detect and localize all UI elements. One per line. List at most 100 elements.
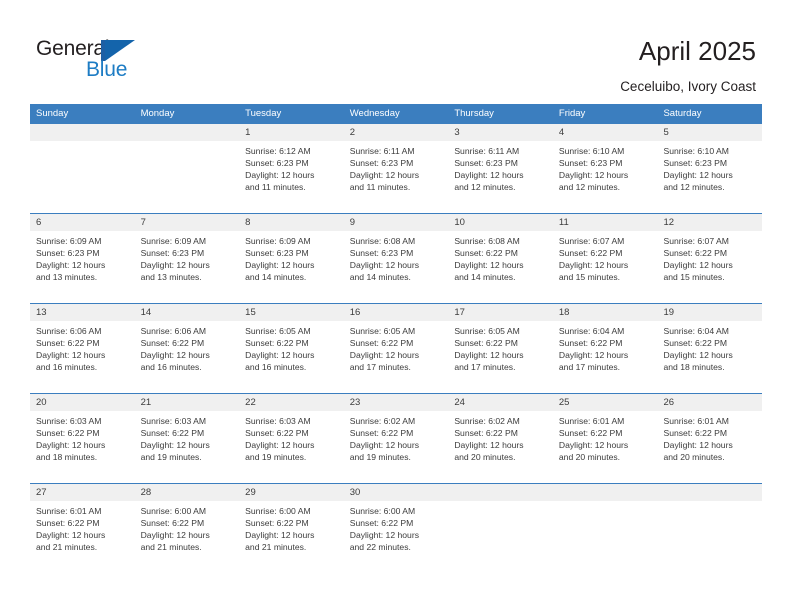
calendar-day-cell[interactable]: 19 Sunrise: 6:04 AM Sunset: 6:22 PM Dayligh… xyxy=(657,304,763,393)
calendar-day-cell[interactable]: 18 Sunrise: 6:04 AM Sunset: 6:22 PM Dayligh… xyxy=(552,304,658,393)
day-details: Sunrise: 6:03 AM Sunset: 6:22 PM Daylight:… xyxy=(30,411,135,463)
daylight-text-line1: Daylight: 12 hours xyxy=(454,260,524,271)
calendar-day-cell[interactable]: 3 Sunrise: 6:11 AM Sunset: 6:23 PM Daylight… xyxy=(448,124,553,213)
day-number: 14 xyxy=(134,304,240,321)
calendar-day-cell[interactable]: 29 Sunrise: 6:00 AM Sunset: 6:22 PM Dayligh… xyxy=(239,484,344,573)
sunset-text: Sunset: 6:22 PM xyxy=(454,428,518,439)
day-number xyxy=(448,484,553,501)
daylight-text-line1: Daylight: 12 hours xyxy=(663,170,733,181)
daylight-text-line2: and 11 minutes. xyxy=(245,182,306,193)
sunset-text: Sunset: 6:22 PM xyxy=(349,518,414,529)
calendar-day-cell[interactable]: 2 Sunrise: 6:11 AM Sunset: 6:23 PM Daylight… xyxy=(343,124,449,213)
calendar-day-cell[interactable]: 5 Sunrise: 6:10 AM Sunset: 6:23 PM Daylight… xyxy=(657,124,763,213)
sunset-text: Sunset: 6:22 PM xyxy=(663,248,728,259)
day-number: 7 xyxy=(134,214,240,231)
calendar-week-row: 1 Sunrise: 6:12 AM Sunset: 6:23 PM Daylight… xyxy=(30,124,763,213)
daylight-text-line1: Daylight: 12 hours xyxy=(245,260,315,271)
day-number: 26 xyxy=(657,394,763,411)
day-details: Sunrise: 6:00 AM Sunset: 6:22 PM Daylight:… xyxy=(344,501,449,553)
calendar-day-cell[interactable]: 15 Sunrise: 6:05 AM Sunset: 6:22 PM Dayligh… xyxy=(239,304,344,393)
calendar-day-cell[interactable]: 11 Sunrise: 6:07 AM Sunset: 6:22 PM Dayligh… xyxy=(552,214,658,303)
calendar-day-cell[interactable]: 23 Sunrise: 6:02 AM Sunset: 6:22 PM Dayligh… xyxy=(343,394,449,483)
day-number: 28 xyxy=(134,484,240,501)
daylight-text-line1: Daylight: 12 hours xyxy=(349,260,420,271)
calendar-day-cell[interactable]: 6 Sunrise: 6:09 AM Sunset: 6:23 PM Daylight… xyxy=(30,214,135,303)
day-number: 11 xyxy=(552,214,658,231)
calendar-day-cell[interactable]: 30 Sunrise: 6:00 AM Sunset: 6:22 PM Dayligh… xyxy=(343,484,449,573)
sunset-text: Sunset: 6:22 PM xyxy=(36,338,100,349)
calendar-day-cell[interactable]: 1 Sunrise: 6:12 AM Sunset: 6:23 PM Daylight… xyxy=(239,124,344,213)
day-details: Sunrise: 6:04 AM Sunset: 6:22 PM Daylight:… xyxy=(657,321,762,373)
sunset-text: Sunset: 6:22 PM xyxy=(36,428,100,439)
day-number: 10 xyxy=(448,214,553,231)
page-header: General Blue April 2025 Ceceluibo, Ivory… xyxy=(0,0,792,100)
calendar-day-cell[interactable]: 20 Sunrise: 6:03 AM Sunset: 6:22 PM Dayligh… xyxy=(30,394,135,483)
calendar-day-cell[interactable]: 9 Sunrise: 6:08 AM Sunset: 6:23 PM Daylight… xyxy=(343,214,449,303)
calendar-day-cell[interactable]: 27 Sunrise: 6:01 AM Sunset: 6:22 PM Dayligh… xyxy=(30,484,135,573)
calendar-day-cell[interactable]: 25 Sunrise: 6:01 AM Sunset: 6:22 PM Dayligh… xyxy=(552,394,658,483)
day-number: 25 xyxy=(552,394,658,411)
day-number: 4 xyxy=(552,124,658,141)
calendar-day-cell[interactable]: 21 Sunrise: 6:03 AM Sunset: 6:22 PM Dayligh… xyxy=(134,394,240,483)
calendar-week-cells: 1 Sunrise: 6:12 AM Sunset: 6:23 PM Daylight… xyxy=(30,124,763,213)
calendar-day-cell[interactable]: 4 Sunrise: 6:10 AM Sunset: 6:23 PM Daylight… xyxy=(552,124,658,213)
day-number: 13 xyxy=(30,304,135,321)
daylight-text-line2: and 21 minutes. xyxy=(36,542,98,553)
sunrise-text: Sunrise: 6:02 AM xyxy=(349,416,416,426)
sunset-text: Sunset: 6:22 PM xyxy=(663,428,728,439)
calendar-day-cell[interactable]: 10 Sunrise: 6:08 AM Sunset: 6:22 PM Dayligh… xyxy=(448,214,553,303)
daylight-text-line2: and 15 minutes. xyxy=(663,272,725,283)
general-blue-logo: General Blue xyxy=(36,38,146,86)
day-details: Sunrise: 6:05 AM Sunset: 6:22 PM Daylight:… xyxy=(344,321,449,373)
weekday-monday: Monday xyxy=(140,108,175,119)
daylight-text-line1: Daylight: 12 hours xyxy=(140,440,210,451)
weekday-wednesday: Wednesday xyxy=(349,108,400,119)
daylight-text-line2: and 14 minutes. xyxy=(245,272,307,283)
calendar-page: General Blue April 2025 Ceceluibo, Ivory… xyxy=(0,0,792,612)
daylight-text-line2: and 17 minutes. xyxy=(349,362,411,373)
sunset-text: Sunset: 6:23 PM xyxy=(140,248,205,259)
calendar-day-cell[interactable]: 7 Sunrise: 6:09 AM Sunset: 6:23 PM Daylight… xyxy=(134,214,240,303)
daylight-text-line1: Daylight: 12 hours xyxy=(349,440,420,451)
calendar-day-cell[interactable]: 28 Sunrise: 6:00 AM Sunset: 6:22 PM Dayligh… xyxy=(134,484,240,573)
daylight-text-line1: Daylight: 12 hours xyxy=(140,260,210,271)
calendar-day-cell[interactable]: 17 Sunrise: 6:05 AM Sunset: 6:22 PM Dayligh… xyxy=(448,304,553,393)
daylight-text-line2: and 19 minutes. xyxy=(349,452,411,463)
sunrise-text: Sunrise: 6:01 AM xyxy=(36,506,102,516)
daylight-text-line2: and 21 minutes. xyxy=(140,542,202,553)
day-details: Sunrise: 6:01 AM Sunset: 6:22 PM Daylight:… xyxy=(30,501,135,553)
weekday-thursday: Thursday xyxy=(454,108,494,119)
daylight-text-line1: Daylight: 12 hours xyxy=(36,530,106,541)
calendar-week-cells: 20 Sunrise: 6:03 AM Sunset: 6:22 PM Dayligh… xyxy=(30,394,763,483)
weekday-sunday: Sunday xyxy=(36,108,69,119)
daylight-text-line2: and 13 minutes. xyxy=(36,272,98,283)
sunset-text: Sunset: 6:22 PM xyxy=(558,428,623,439)
day-number xyxy=(657,484,763,501)
calendar-day-cell[interactable]: 13 Sunrise: 6:06 AM Sunset: 6:22 PM Dayligh… xyxy=(30,304,135,393)
calendar-week-cells: 27 Sunrise: 6:01 AM Sunset: 6:22 PM Dayligh… xyxy=(30,484,763,573)
daylight-text-line2: and 18 minutes. xyxy=(36,452,98,463)
calendar-day-cell[interactable]: 8 Sunrise: 6:09 AM Sunset: 6:23 PM Daylight… xyxy=(239,214,344,303)
day-details: Sunrise: 6:11 AM Sunset: 6:23 PM Daylight:… xyxy=(344,141,449,193)
daylight-text-line1: Daylight: 12 hours xyxy=(36,440,106,451)
day-number: 30 xyxy=(343,484,449,501)
calendar-day-cell[interactable]: 24 Sunrise: 6:02 AM Sunset: 6:22 PM Dayligh… xyxy=(448,394,553,483)
calendar-day-cell[interactable]: 26 Sunrise: 6:01 AM Sunset: 6:22 PM Dayligh… xyxy=(657,394,763,483)
calendar-day-cell[interactable]: 16 Sunrise: 6:05 AM Sunset: 6:22 PM Dayligh… xyxy=(343,304,449,393)
calendar-day-cell[interactable]: 14 Sunrise: 6:06 AM Sunset: 6:22 PM Dayligh… xyxy=(134,304,240,393)
daylight-text-line1: Daylight: 12 hours xyxy=(245,170,315,181)
sunrise-text: Sunrise: 6:03 AM xyxy=(245,416,311,426)
sunrise-text: Sunrise: 6:09 AM xyxy=(140,236,207,246)
day-number: 21 xyxy=(134,394,240,411)
sunset-text: Sunset: 6:23 PM xyxy=(663,158,728,169)
sunset-text: Sunset: 6:23 PM xyxy=(349,158,414,169)
calendar-week-cells: 6 Sunrise: 6:09 AM Sunset: 6:23 PM Daylight… xyxy=(30,214,763,303)
calendar-day-cell-empty xyxy=(657,484,763,573)
calendar-grid: Sunday Monday Tuesday Wednesday Thursday… xyxy=(30,104,763,573)
page-title: April 2025 xyxy=(638,36,756,66)
calendar-day-cell[interactable]: 12 Sunrise: 6:07 AM Sunset: 6:22 PM Dayligh… xyxy=(657,214,763,303)
calendar-day-cell[interactable]: 22 Sunrise: 6:03 AM Sunset: 6:22 PM Dayligh… xyxy=(239,394,344,483)
day-number: 27 xyxy=(30,484,135,501)
daylight-text-line2: and 20 minutes. xyxy=(558,452,621,463)
day-details: Sunrise: 6:10 AM Sunset: 6:23 PM Daylight:… xyxy=(553,141,658,193)
